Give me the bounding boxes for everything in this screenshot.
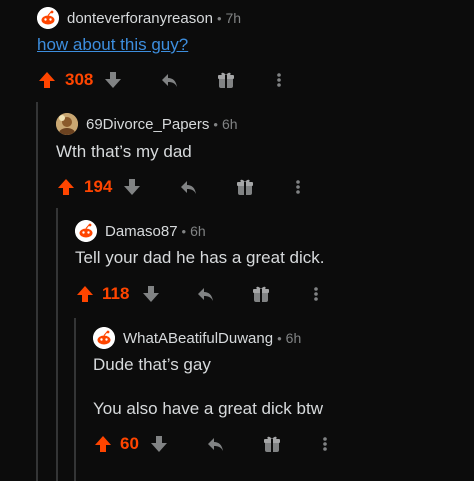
award-button[interactable]: [235, 175, 255, 199]
snoo-avatar-icon[interactable]: [75, 220, 97, 242]
score-count: 308: [65, 70, 94, 89]
upvote-button[interactable]: [37, 68, 57, 92]
comment-age: 6h: [221, 116, 238, 132]
comment-actions: 118: [75, 282, 474, 306]
upvote-icon: [58, 179, 74, 195]
more-options-icon: [296, 180, 300, 194]
comment-meta: donteverforanyreason • 7h: [37, 7, 241, 29]
comment: Damaso87 • 6h Tell your dad he has a gre…: [75, 208, 474, 318]
reply-button[interactable]: [160, 68, 180, 92]
award-icon: [264, 436, 280, 452]
award-button[interactable]: [262, 432, 282, 456]
comment-age: 7h: [225, 10, 242, 26]
thread-line-2: [56, 208, 58, 481]
downvote-icon: [105, 72, 121, 88]
more-options-icon: [277, 73, 281, 87]
downvote-button[interactable]: [122, 175, 142, 199]
thread-line-1: [36, 102, 38, 481]
comment-body-line-1: Dude that’s gay: [93, 355, 211, 374]
separator-dot: •: [213, 116, 218, 132]
reply-button[interactable]: [179, 175, 199, 199]
comment: donteverforanyreason • 7h how about this…: [37, 0, 474, 100]
score-count: 118: [102, 284, 130, 303]
separator-dot: •: [181, 223, 187, 239]
comment-actions: 60: [93, 432, 474, 456]
award-icon: [253, 286, 269, 302]
downvote-icon: [151, 436, 167, 452]
more-options-icon: [314, 287, 318, 301]
comment-body: Tell your dad he has a great dick.: [75, 248, 325, 267]
downvote-icon: [143, 286, 159, 302]
downvote-button[interactable]: [103, 68, 123, 92]
separator-dot: •: [277, 330, 282, 346]
more-options-icon: [323, 437, 327, 451]
award-icon: [218, 72, 234, 88]
upvote-button[interactable]: [56, 175, 76, 199]
downvote-button[interactable]: [149, 432, 169, 456]
comment-body-link[interactable]: how about this guy?: [37, 35, 188, 55]
downvote-button[interactable]: [141, 282, 161, 306]
username[interactable]: donteverforanyreason: [67, 10, 213, 27]
comment-meta: WhatABeatifulDuwang • 6h: [93, 327, 301, 349]
upvote-icon: [39, 72, 55, 88]
thread-line-3: [74, 318, 76, 481]
comment-body-line-2: You also have a great dick btw: [93, 399, 323, 418]
comment-body: Wth that’s my dad: [56, 142, 192, 161]
downvote-icon: [124, 179, 140, 195]
reply-icon: [198, 288, 213, 301]
upvote-icon: [77, 286, 93, 302]
comment: 69Divorce_Papers • 6h Wth that’s my dad …: [56, 100, 474, 208]
separator-dot: •: [216, 10, 222, 26]
score-count: 60: [120, 434, 139, 453]
comment-age: 6h: [190, 223, 206, 239]
award-button[interactable]: [251, 282, 271, 306]
snoo-avatar-icon[interactable]: [37, 7, 59, 29]
reply-icon: [208, 438, 223, 451]
username[interactable]: Damaso87: [105, 223, 178, 240]
reply-button[interactable]: [206, 432, 226, 456]
more-options-button[interactable]: [312, 282, 320, 306]
award-icon: [237, 179, 253, 195]
reply-button[interactable]: [196, 282, 216, 306]
more-options-button[interactable]: [275, 68, 283, 92]
upvote-button[interactable]: [75, 282, 95, 306]
upvote-icon: [95, 436, 111, 452]
more-options-button[interactable]: [294, 175, 302, 199]
photo-avatar-icon[interactable]: [56, 113, 78, 135]
comment-meta: 69Divorce_Papers • 6h: [56, 113, 238, 135]
score-count: 194: [84, 177, 113, 196]
snoo-avatar-icon[interactable]: [93, 327, 115, 349]
comment-actions: 308: [37, 68, 474, 92]
upvote-button[interactable]: [93, 432, 113, 456]
username[interactable]: 69Divorce_Papers: [86, 116, 209, 133]
award-button[interactable]: [216, 68, 236, 92]
comment-meta: Damaso87 • 6h: [75, 220, 206, 242]
comment-actions: 194: [56, 175, 474, 199]
comment: WhatABeatifulDuwang • 6h Dude that’s gay…: [93, 318, 474, 481]
reply-icon: [162, 74, 177, 87]
more-options-button[interactable]: [321, 432, 329, 456]
comment-age: 6h: [285, 330, 302, 346]
username[interactable]: WhatABeatifulDuwang: [123, 330, 273, 347]
reply-icon: [181, 181, 196, 194]
